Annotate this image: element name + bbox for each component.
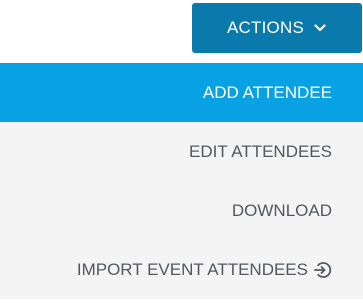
page: ACTIONS ADD ATTENDEE EDIT ATTENDEES DOWN… — [0, 0, 363, 308]
menu-item-edit-attendees[interactable]: EDIT ATTENDEES — [0, 122, 363, 181]
actions-dropdown-menu: ADD ATTENDEE EDIT ATTENDEES DOWNLOAD IMP… — [0, 63, 363, 299]
import-arrow-circle-icon — [312, 260, 332, 280]
menu-item-label: DOWNLOAD — [231, 200, 332, 220]
menu-item-download[interactable]: DOWNLOAD — [0, 181, 363, 240]
menu-item-label: IMPORT EVENT ATTENDEES — [76, 259, 308, 279]
chevron-down-icon — [313, 21, 327, 35]
menu-item-add-attendee[interactable]: ADD ATTENDEE — [0, 63, 363, 122]
menu-item-import-event-attendees[interactable]: IMPORT EVENT ATTENDEES — [0, 240, 363, 299]
menu-item-label: ADD ATTENDEE — [202, 82, 332, 102]
menu-item-label: EDIT ATTENDEES — [189, 141, 332, 161]
actions-button-label: ACTIONS — [227, 18, 304, 37]
actions-dropdown-button[interactable]: ACTIONS — [192, 3, 362, 53]
